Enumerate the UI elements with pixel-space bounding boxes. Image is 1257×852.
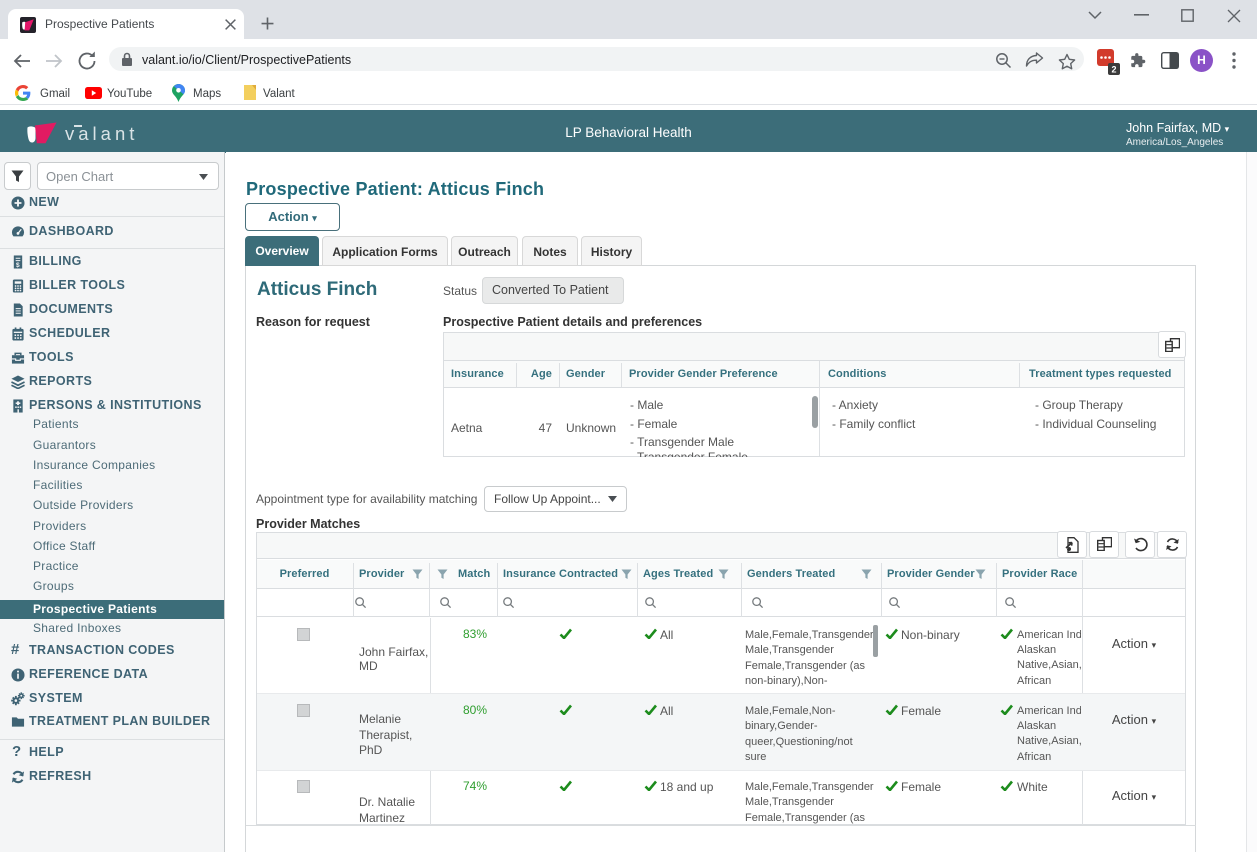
svg-text:2: 2 xyxy=(1111,65,1116,75)
svg-text:$: $ xyxy=(16,262,20,269)
